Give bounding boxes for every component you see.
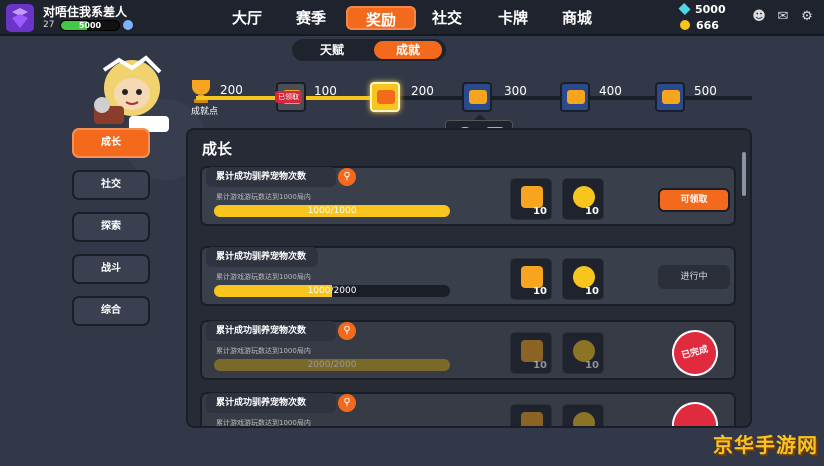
trophy-icon	[521, 266, 543, 288]
status-icon	[123, 20, 133, 30]
claimed-badge: 已领取	[275, 91, 302, 103]
menu-explore[interactable]: 探索	[72, 212, 150, 242]
card-desc: 累计游戏游玩数达到1000局内	[216, 419, 311, 427]
milestone-value: 300	[504, 84, 527, 98]
trophy-icon	[521, 186, 543, 208]
achievement-card: 累计成功驯养宠物次数 累计游戏游玩数达到1000局内 1000/2000 10 …	[200, 246, 736, 306]
card-progress-bar: 1000/2000	[214, 285, 450, 297]
milestone-chest-500[interactable]	[655, 82, 685, 112]
completed-stamp	[666, 396, 724, 426]
game-logo-icon	[6, 4, 34, 32]
menu-growth[interactable]: 成长	[72, 128, 150, 158]
tab-social[interactable]: 社交	[422, 6, 472, 30]
xp-bar: 5000	[60, 20, 120, 31]
reward-coin: 10	[562, 332, 604, 374]
milestone-value: 200	[411, 84, 434, 98]
menu-general[interactable]: 综合	[72, 296, 150, 326]
achievement-panel: 成长 累计成功驯养宠物次数 ⚲ 累计游戏游玩数达到1000局内 1000/100…	[186, 128, 752, 428]
subtab-achievements[interactable]: 成就	[374, 41, 442, 59]
coin-icon	[573, 412, 595, 426]
milestone-value: 500	[694, 84, 717, 98]
reward-trophy: 10	[510, 178, 552, 220]
milestone-value: 400	[599, 84, 622, 98]
completed-stamp: 已完成	[666, 324, 724, 382]
tab-shop[interactable]: 商城	[552, 6, 602, 30]
in-progress-status: 进行中	[658, 265, 730, 289]
milestone-chest-300[interactable]	[462, 82, 492, 112]
reward-coin: 10	[562, 178, 604, 220]
gem-icon	[678, 2, 691, 16]
player-level: 27	[43, 20, 55, 30]
profile-icon[interactable]: ☻	[752, 10, 766, 24]
subtab-talent[interactable]: 天赋	[298, 41, 366, 59]
coin-icon	[680, 20, 690, 30]
coin-icon	[573, 266, 595, 288]
site-watermark: 京华手游网	[713, 433, 818, 457]
card-desc: 累计游戏游玩数达到1000局内	[216, 193, 311, 201]
coin-icon	[573, 186, 595, 208]
reward-trophy: 10	[510, 332, 552, 374]
achievement-points-label: 成就点	[191, 107, 219, 117]
milestone-chest-400[interactable]	[560, 82, 590, 112]
scrollbar[interactable]	[742, 152, 746, 196]
menu-battle[interactable]: 战斗	[72, 254, 150, 284]
xp-text: 5000	[78, 21, 102, 30]
mail-icon[interactable]: ✉	[776, 10, 790, 24]
card-title: 累计成功驯养宠物次数	[206, 247, 319, 267]
trophy-icon	[521, 412, 543, 426]
milestone-chest-200[interactable]	[370, 82, 400, 112]
tab-lobby[interactable]: 大厅	[222, 6, 272, 30]
achievement-points-value: 200	[220, 83, 243, 97]
milestone-value: 100	[314, 84, 337, 98]
card-desc: 累计游戏游玩数达到1000局内	[216, 273, 311, 281]
trophy-icon	[521, 340, 543, 362]
reward-trophy: 10	[510, 258, 552, 300]
achievement-card: 累计成功驯养宠物次数 ⚲ 累计游戏游玩数达到1000局内 1000/1000 1…	[200, 166, 736, 226]
card-progress-bar: 2000/2000	[214, 359, 450, 371]
settings-gear-icon[interactable]: ⚙	[800, 10, 814, 24]
achievement-card: 累计成功驯养宠物次数 ⚲ 累计游戏游玩数达到1000局内 2000/2000 1…	[200, 320, 736, 382]
search-icon[interactable]: ⚲	[338, 394, 356, 412]
chest-icon	[377, 90, 395, 104]
card-title: 累计成功驯养宠物次数	[206, 167, 337, 187]
card-title: 累计成功驯养宠物次数	[206, 321, 337, 341]
achievement-card: 累计成功驯养宠物次数 ⚲ 累计游戏游玩数达到1000局内 10 10	[200, 392, 736, 427]
card-progress-bar: 1000/1000	[214, 205, 450, 217]
tab-season[interactable]: 赛季	[286, 6, 336, 30]
top-bar: 对唔住我系差人 27 5000 大厅 赛季 奖励 社交 卡牌 商城 5000 6…	[0, 0, 824, 36]
player-name: 对唔住我系差人	[43, 5, 128, 19]
search-icon[interactable]: ⚲	[338, 322, 356, 340]
menu-social[interactable]: 社交	[72, 170, 150, 200]
search-icon[interactable]: ⚲	[338, 168, 356, 186]
card-desc: 累计游戏游玩数达到1000局内	[216, 347, 311, 355]
reward-coin: 10	[562, 258, 604, 300]
chest-icon	[567, 90, 585, 104]
panel-title: 成长	[202, 140, 233, 158]
card-title: 累计成功驯养宠物次数	[206, 393, 337, 413]
gem-counter: 5000	[678, 2, 726, 16]
reward-trophy: 10	[510, 404, 552, 426]
character-portrait	[94, 55, 169, 132]
chest-icon	[469, 90, 487, 104]
subtab-switcher: 天赋 成就	[292, 39, 446, 61]
claim-button[interactable]: 可领取	[658, 188, 730, 212]
coin-counter: 666	[680, 19, 719, 32]
tab-cards[interactable]: 卡牌	[488, 6, 538, 30]
tab-rewards[interactable]: 奖励	[346, 6, 416, 30]
chest-icon	[662, 90, 680, 104]
coin-icon	[573, 340, 595, 362]
reward-coin: 10	[562, 404, 604, 426]
